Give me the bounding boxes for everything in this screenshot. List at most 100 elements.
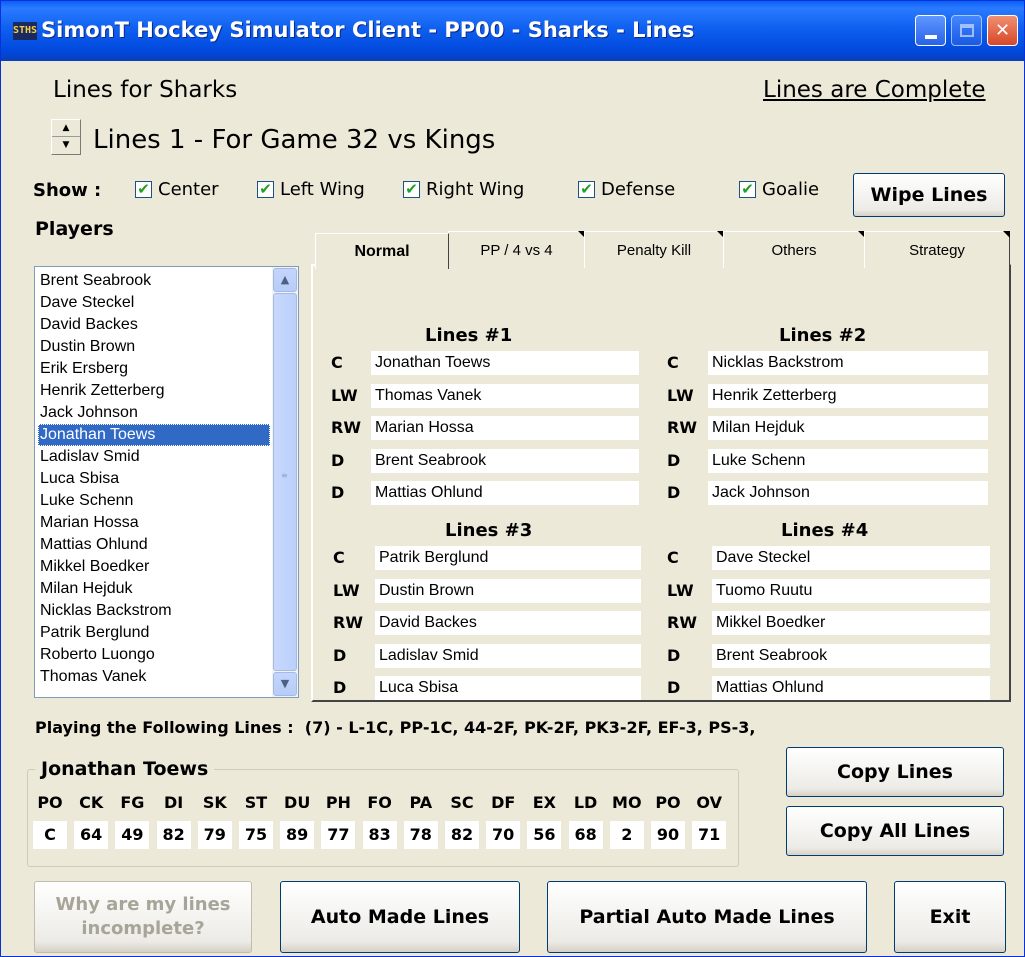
minimize-icon[interactable] [915,15,946,46]
checkmark-icon: ✔ [739,181,756,198]
show-filter-label: Show : [33,180,102,201]
player-list-item[interactable]: Mattias Ohlund [38,534,270,556]
filter-left-wing-checkbox[interactable]: ✔ Left Wing [257,179,365,200]
partial-auto-lines-button[interactable]: Partial Auto Made Lines [547,881,867,953]
line-slot-field[interactable]: Dustin Brown [375,578,641,603]
line-slot-field[interactable]: Brent Seabrook [712,643,990,668]
scroll-up-icon[interactable]: ▲ [273,268,297,292]
stat-header: DU [284,793,311,812]
maximize-icon[interactable] [951,15,982,46]
stat-value: 82 [445,821,479,849]
tab-pp-4-vs-4[interactable]: PP / 4 vs 4 [448,231,585,268]
line-slot-field[interactable]: Luca Sbisa [375,676,641,700]
position-label: RW [667,418,697,437]
player-list-item[interactable]: Luca Sbisa [38,468,270,490]
close-icon[interactable]: ✕ [987,15,1018,46]
copy-all-lines-button[interactable]: Copy All Lines [786,806,1004,856]
line-slot-field[interactable]: Milan Hejduk [708,416,988,440]
exit-button[interactable]: Exit [894,881,1006,953]
line-slot-field[interactable]: Mattias Ohlund [712,676,990,700]
player-list-item[interactable]: Jack Johnson [38,402,270,424]
player-list-item[interactable]: Dave Steckel [38,292,270,314]
position-label: C [667,548,679,567]
line-slot-field[interactable]: Ladislav Smid [375,643,641,668]
tab-others[interactable]: Others [723,231,865,268]
player-list-item[interactable]: Dustin Brown [38,336,270,358]
line-slot-field[interactable]: Thomas Vanek [371,383,639,408]
lines-window: STHS SimonT Hockey Simulator Client - PP… [0,0,1025,957]
position-label: LW [667,385,694,405]
stat-value: 71 [692,821,727,849]
player-list-item[interactable]: Mikkel Boedker [38,556,270,578]
stat-header: PO [655,793,681,812]
line-4-heading: Lines #4 [781,520,869,541]
tab-label: Strategy [909,241,965,259]
player-list-item[interactable]: Ladislav Smid [38,446,270,468]
line-slot-field[interactable]: Henrik Zetterberg [708,383,988,408]
position-label: RW [333,613,363,632]
player-list-item[interactable]: Erik Ersberg [38,358,270,380]
line-2-heading: Lines #2 [779,325,867,346]
tab-strategy[interactable]: Strategy [864,231,1010,268]
line-slot-field[interactable]: Marian Hossa [371,416,639,440]
stat-value: 2 [609,821,644,849]
stat-value: 82 [156,821,191,849]
filter-defense-checkbox[interactable]: ✔ Defense [578,179,675,200]
player-list-item[interactable]: Thomas Vanek [38,666,270,688]
title-bar[interactable]: STHS SimonT Hockey Simulator Client - PP… [1,1,1024,61]
copy-lines-button[interactable]: Copy Lines [786,747,1004,797]
filter-right-wing-checkbox[interactable]: ✔ Right Wing [403,179,524,200]
stat-header: PH [325,793,351,812]
line-slot-field[interactable]: Brent Seabrook [371,448,639,473]
line-slot-field[interactable]: David Backes [375,611,641,635]
stat-header: SK [202,793,227,812]
stat-header: DF [491,793,516,812]
filter-center-checkbox[interactable]: ✔ Center [135,179,219,200]
player-list-item[interactable]: Brent Seabrook [38,270,270,292]
player-list-item[interactable]: Patrik Berglund [38,622,270,644]
line-set-spinner[interactable]: ▲ ▼ [51,119,81,155]
position-label: C [667,353,679,372]
position-label: RW [667,613,697,632]
player-list-item[interactable]: Luke Schenn [38,490,270,512]
player-list-item[interactable]: Henrik Zetterberg [38,380,270,402]
player-list-item[interactable]: Nicklas Backstrom [38,600,270,622]
player-list-item[interactable]: Roberto Luongo [38,644,270,666]
stat-header: MO [612,793,642,812]
filter-goalie-checkbox[interactable]: ✔ Goalie [739,179,819,200]
spin-up-icon[interactable]: ▲ [52,120,80,137]
line-slot-field[interactable]: Mikkel Boedker [712,611,990,635]
stat-header: CK [79,793,104,812]
line-slot-field[interactable]: Jonathan Toews [371,351,639,375]
position-label: D [333,645,347,665]
line-slot-field[interactable]: Jack Johnson [708,481,988,505]
line-slot-field[interactable]: Patrik Berglund [375,546,641,570]
position-label: D [667,678,681,697]
why-incomplete-button[interactable]: Why are my lines incomplete? [34,881,252,953]
stat-header: EX [532,793,557,812]
player-list-item[interactable]: Milan Hejduk [38,578,270,600]
wipe-lines-button[interactable]: Wipe Lines [853,173,1005,217]
stat-value: 49 [115,821,150,849]
line-slot-field[interactable]: Nicklas Backstrom [708,351,988,375]
scroll-thumb[interactable]: ≡ [273,293,297,671]
tab-label: Normal [354,242,410,260]
scroll-down-icon[interactable]: ▼ [273,672,297,696]
tab-normal[interactable]: Normal [315,233,449,269]
line-slot-field[interactable]: Mattias Ohlund [371,481,639,505]
player-list-item[interactable]: Marian Hossa [38,512,270,534]
player-list-item[interactable]: Jonathan Toews [38,424,270,446]
checkmark-icon: ✔ [257,181,274,198]
player-list-item[interactable]: David Backes [38,314,270,336]
line-slot-field[interactable]: Dave Steckel [712,546,990,570]
tab-penalty-kill[interactable]: Penalty Kill [584,231,724,268]
line-slot-field[interactable]: Luke Schenn [708,448,988,473]
player-listbox[interactable]: Brent Seabrook Dave Steckel David Backes Du… [34,266,299,698]
window-title: SimonT Hockey Simulator Client - PP00 - … [41,18,695,42]
auto-made-lines-button[interactable]: Auto Made Lines [280,881,520,953]
line-slot-field[interactable]: Tuomo Ruutu [712,578,990,603]
stat-header: FG [120,793,145,812]
spin-down-icon[interactable]: ▼ [52,137,80,154]
filter-label: Left Wing [280,179,365,200]
player-list-scrollbar[interactable]: ▲ ≡ ▼ [272,267,298,697]
